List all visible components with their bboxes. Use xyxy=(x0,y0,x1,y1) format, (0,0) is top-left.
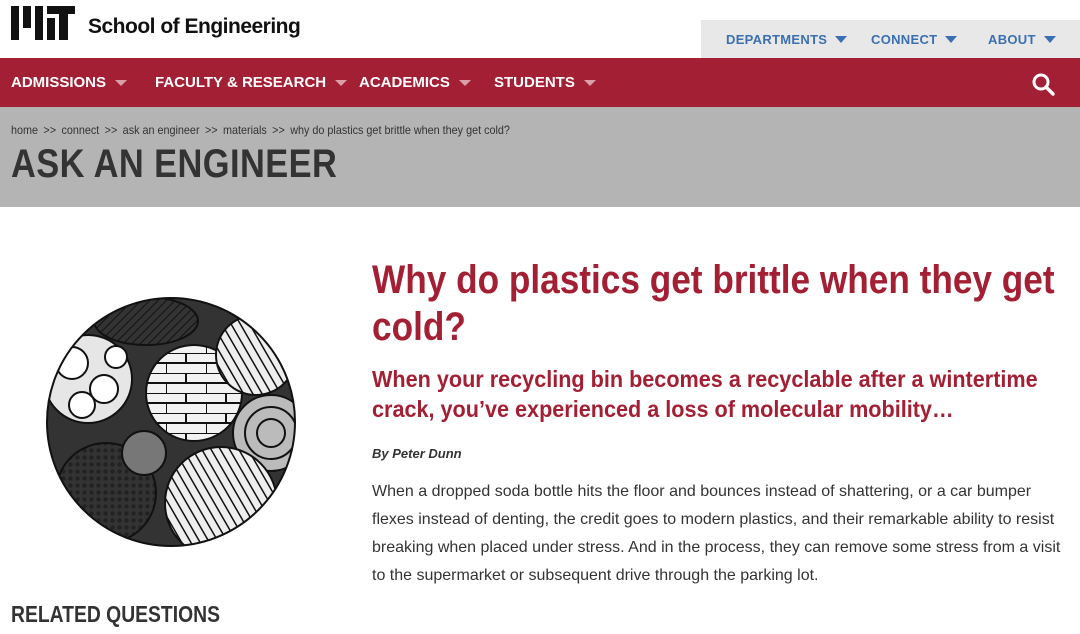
breadcrumb-separator: >> xyxy=(204,123,218,137)
breadcrumb: home >> connect >> ask an engineer >> ma… xyxy=(11,123,510,137)
nav-students[interactable]: STUDENTS xyxy=(494,74,596,91)
chevron-down-icon xyxy=(1043,36,1056,43)
main-nav: ADMISSIONS FACULTY & RESEARCH ACADEMICS … xyxy=(0,58,1080,107)
related-questions-heading: RELATED QUESTIONS xyxy=(11,601,220,627)
chevron-down-icon xyxy=(115,79,128,86)
article-byline: By Peter Dunn xyxy=(372,446,462,461)
mit-logo-mark xyxy=(11,6,75,40)
breadcrumb-current: why do plastics get brittle when they ge… xyxy=(290,123,510,137)
nav-faculty-research[interactable]: FACULTY & RESEARCH xyxy=(155,74,348,91)
util-nav-label: DEPARTMENTS xyxy=(726,32,828,47)
article-subtitle: When your recycling bin becomes a recycl… xyxy=(372,366,1038,422)
chevron-down-icon xyxy=(335,79,348,86)
breadcrumb-materials[interactable]: materials xyxy=(223,123,267,137)
util-nav-about[interactable]: ABOUT xyxy=(988,32,1056,47)
article-body: When a dropped soda bottle hits the floo… xyxy=(372,483,1061,584)
util-nav-departments[interactable]: DEPARTMENTS xyxy=(726,32,848,47)
article-title: Why do plastics get brittle when they ge… xyxy=(372,258,1055,349)
nav-label: ACADEMICS xyxy=(359,74,450,91)
nav-label: ADMISSIONS xyxy=(11,74,107,91)
section-header: home >> connect >> ask an engineer >> ma… xyxy=(0,107,1080,207)
breadcrumb-ask-an-engineer[interactable]: ask an engineer xyxy=(123,123,200,137)
site-name: School of Engineering xyxy=(88,15,301,38)
util-nav-label: ABOUT xyxy=(988,32,1036,47)
page-title: ASK AN ENGINEER xyxy=(11,142,338,186)
utility-nav: DEPARTMENTS CONNECT ABOUT xyxy=(701,20,1080,58)
util-nav-label: CONNECT xyxy=(871,32,938,47)
breadcrumb-connect[interactable]: connect xyxy=(61,123,99,137)
mit-logo[interactable]: School of Engineering xyxy=(11,6,301,40)
top-bar: School of Engineering DEPARTMENTS CONNEC… xyxy=(0,0,1080,58)
chevron-down-icon xyxy=(945,36,958,43)
chevron-down-icon xyxy=(583,79,596,86)
nav-admissions[interactable]: ADMISSIONS xyxy=(11,74,128,91)
article-illustration xyxy=(46,293,296,551)
nav-label: FACULTY & RESEARCH xyxy=(155,74,327,91)
breadcrumb-separator: >> xyxy=(272,123,285,137)
nav-label: STUDENTS xyxy=(494,74,575,91)
chevron-down-icon xyxy=(458,79,471,86)
nav-academics[interactable]: ACADEMICS xyxy=(359,74,471,91)
breadcrumb-home[interactable]: home xyxy=(11,123,38,137)
util-nav-connect[interactable]: CONNECT xyxy=(871,32,958,47)
chevron-down-icon xyxy=(835,36,848,43)
search-button[interactable] xyxy=(1030,71,1056,97)
breadcrumb-separator: >> xyxy=(43,123,57,137)
search-icon xyxy=(1032,73,1055,96)
breadcrumb-separator: >> xyxy=(104,123,118,137)
